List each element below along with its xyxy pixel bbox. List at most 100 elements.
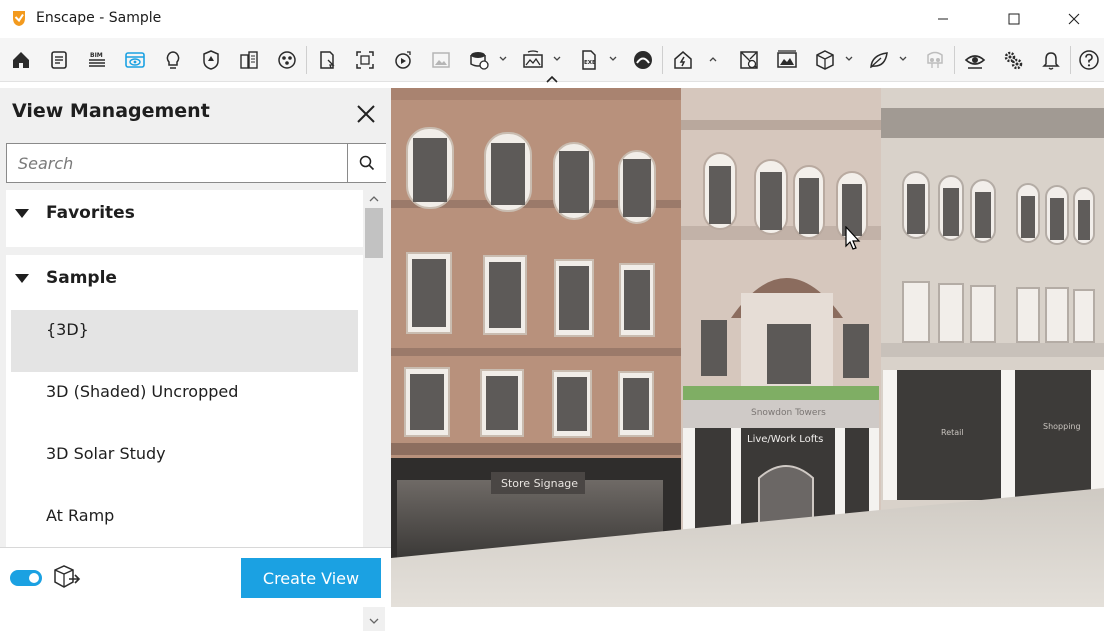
- video-icon: [395, 51, 411, 69]
- group-label: Sample: [46, 268, 117, 288]
- view-item-3d-solar-study[interactable]: 3D Solar Study: [11, 434, 358, 496]
- site-context-button[interactable]: [198, 47, 224, 73]
- buildings-icon: [240, 51, 258, 69]
- group-header-favorites[interactable]: Favorites: [6, 190, 363, 238]
- svg-text:BIM: BIM: [90, 52, 103, 59]
- group-header-sample[interactable]: Sample: [6, 255, 363, 303]
- view-management-panel: View Management Favorites Sample {3D} 3D…: [0, 88, 391, 631]
- store-signage-sign: Store Signage: [501, 477, 579, 490]
- chevron-down-icon[interactable]: [608, 54, 618, 64]
- notifications-button[interactable]: [1038, 47, 1064, 73]
- batch-render-icon: [470, 52, 489, 70]
- maximize-button[interactable]: [991, 0, 1037, 38]
- visual-settings-icon: [964, 55, 986, 69]
- chevron-down-icon[interactable]: [552, 54, 562, 64]
- view-management-button[interactable]: [122, 47, 148, 73]
- title-bar: Enscape - Sample: [0, 0, 1104, 38]
- create-view-button[interactable]: Create View: [241, 558, 381, 598]
- help-icon: [1079, 50, 1099, 70]
- material-icon: [278, 51, 296, 69]
- home-button[interactable]: [8, 47, 34, 73]
- panorama-button[interactable]: [520, 47, 546, 73]
- chevron-up-icon[interactable]: [368, 195, 380, 203]
- settings-button[interactable]: [1000, 47, 1026, 73]
- web-export-icon: [634, 51, 652, 69]
- site-context-icon: [203, 50, 219, 70]
- video-editor-button[interactable]: [390, 47, 416, 73]
- toolbar-separator: [1070, 46, 1071, 74]
- close-icon: [1068, 13, 1080, 25]
- image-icon: [432, 52, 450, 68]
- close-window-button[interactable]: [1051, 0, 1097, 38]
- capture-button[interactable]: [314, 47, 340, 73]
- scrollbar-thumb[interactable]: [365, 208, 383, 258]
- exe-export-button[interactable]: EXE: [576, 47, 602, 73]
- help-button[interactable]: [1076, 47, 1102, 73]
- render-preview-button[interactable]: [774, 47, 800, 73]
- live-sync-button[interactable]: [670, 47, 696, 73]
- snowdon-towers-sign: Snowdon Towers: [751, 408, 826, 418]
- view-item-label: {3D}: [46, 320, 89, 339]
- close-icon: [357, 105, 375, 123]
- vr-headset-button[interactable]: [922, 47, 948, 73]
- material-editor-button[interactable]: [274, 47, 300, 73]
- render-preview-icon: [777, 50, 797, 68]
- toolbar-separator: [306, 46, 307, 74]
- atmosphere-button[interactable]: [866, 47, 892, 73]
- chevron-down-icon[interactable]: [368, 617, 380, 625]
- home-icon: [13, 52, 29, 68]
- screenshot-button[interactable]: [352, 47, 378, 73]
- chevron-down-icon[interactable]: [498, 54, 508, 64]
- chevron-down-icon[interactable]: [898, 54, 908, 64]
- chevron-down-icon[interactable]: [844, 54, 854, 64]
- light-view-button[interactable]: [160, 47, 186, 73]
- view-item-label: 3D Solar Study: [46, 444, 166, 463]
- bim-icon: BIM: [89, 52, 105, 67]
- buildings-button[interactable]: [236, 47, 262, 73]
- svg-text:EXE: EXE: [584, 60, 596, 66]
- panel-title: View Management: [12, 100, 210, 122]
- sync-icon: [674, 51, 692, 69]
- visual-settings-button[interactable]: [962, 47, 988, 73]
- bim-button[interactable]: BIM: [84, 47, 110, 73]
- collapse-toolbar-chevron-icon[interactable]: [544, 74, 560, 84]
- vr-headset-icon: [927, 51, 943, 68]
- mouse-cursor-icon: [845, 226, 861, 250]
- render-viewport[interactable]: Store Signage Snowdon Towers Live/Work L…: [391, 88, 1104, 607]
- screenshot-icon: [356, 51, 374, 69]
- asset-library-button[interactable]: [736, 47, 762, 73]
- atmosphere-icon: [870, 52, 888, 69]
- notifications-icon: [1042, 52, 1060, 70]
- caret-down-icon[interactable]: [15, 209, 29, 219]
- view-management-icon: [125, 52, 145, 68]
- capture-icon: [320, 51, 335, 69]
- view-item-3d[interactable]: {3D}: [11, 310, 358, 372]
- group-favorites: Favorites: [6, 190, 363, 247]
- 3d-export-button[interactable]: [812, 47, 838, 73]
- batch-render-button[interactable]: [466, 47, 492, 73]
- export-views-icon[interactable]: [52, 562, 82, 592]
- toolbar-separator: [954, 46, 955, 74]
- light-bulb-icon: [166, 51, 180, 69]
- notes-button[interactable]: [46, 47, 72, 73]
- settings-icon: [1004, 51, 1023, 70]
- close-panel-button[interactable]: [352, 100, 380, 128]
- view-toggle-switch[interactable]: [10, 570, 42, 586]
- live-work-lofts-sign: Live/Work Lofts: [747, 434, 824, 445]
- notes-icon: [51, 51, 67, 69]
- minimize-button[interactable]: [920, 0, 966, 38]
- caret-down-icon[interactable]: [15, 274, 29, 284]
- search-box: [6, 143, 386, 183]
- enscape-logo-icon: [13, 11, 25, 26]
- window-title: Enscape - Sample: [36, 10, 162, 26]
- search-button[interactable]: [347, 144, 386, 182]
- chevron-up-icon[interactable]: [708, 54, 718, 64]
- view-item-3d-shaded-uncropped[interactable]: 3D (Shaded) Uncropped: [11, 372, 358, 434]
- view-item-label: At Ramp: [46, 506, 115, 525]
- search-input[interactable]: [7, 144, 347, 182]
- image-button[interactable]: [428, 47, 454, 73]
- maximize-icon: [1008, 13, 1020, 25]
- web-export-button[interactable]: [630, 47, 656, 73]
- search-icon: [359, 155, 375, 171]
- exe-export-icon: EXE: [582, 50, 596, 70]
